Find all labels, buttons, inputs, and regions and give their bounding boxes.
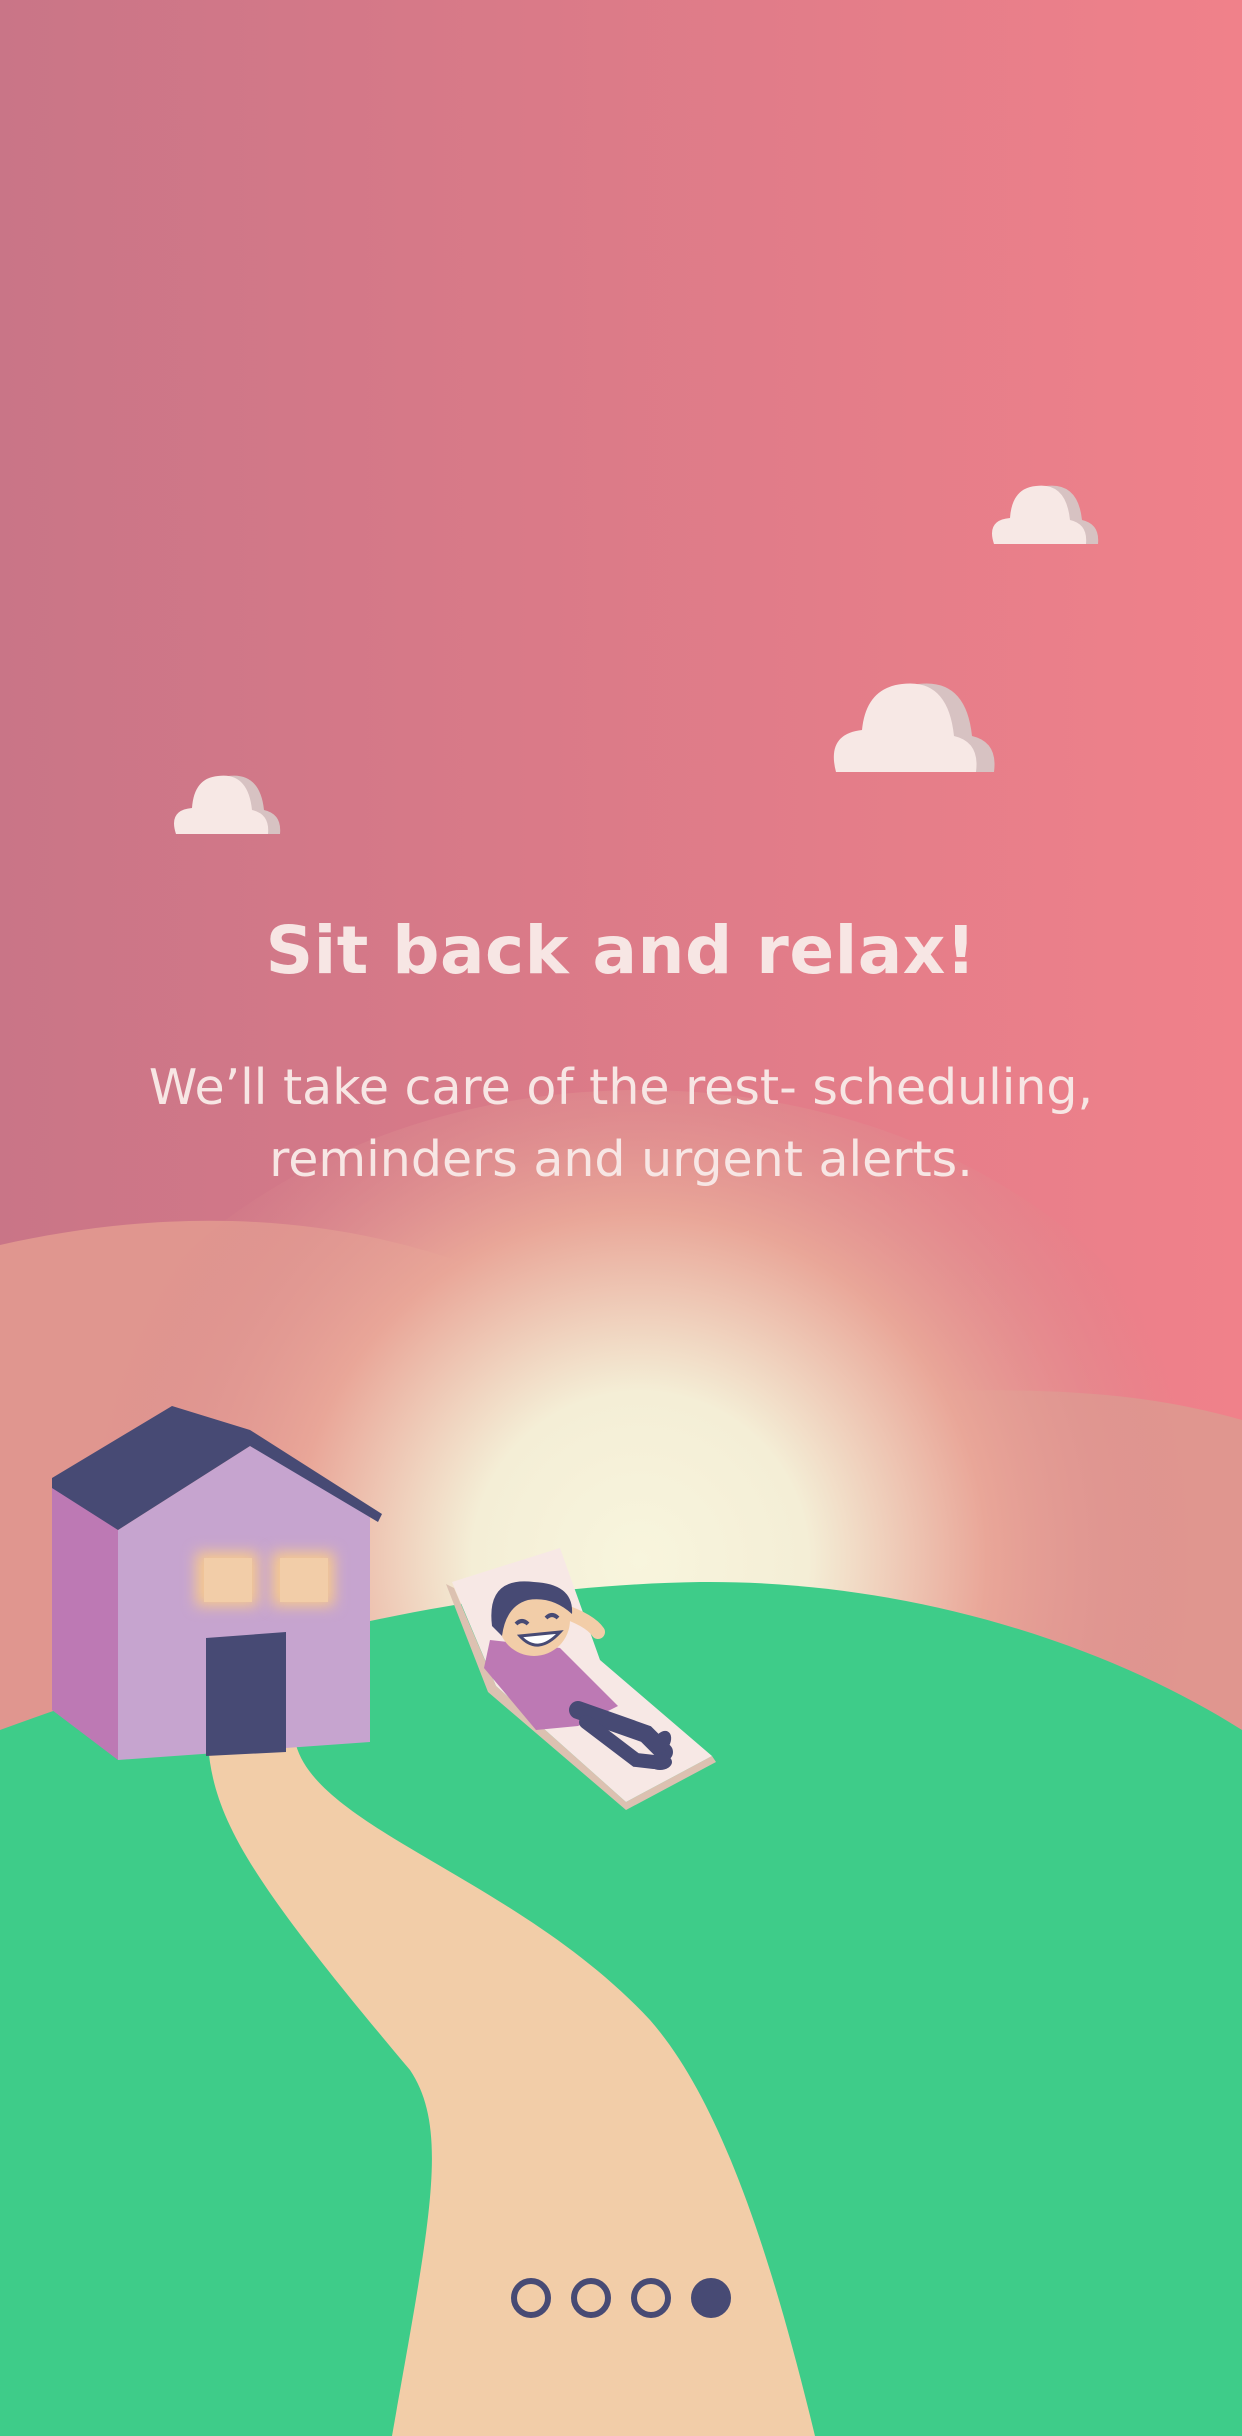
- page-dot-3[interactable]: [631, 2278, 671, 2318]
- illustration-scene: [0, 0, 1242, 2436]
- page-indicator: [0, 2278, 1242, 2318]
- page-title: Sit back and relax!: [265, 912, 977, 989]
- page-dot-1[interactable]: [511, 2278, 551, 2318]
- house-door: [206, 1632, 286, 1756]
- onboarding-screen: Sit back and relax! We’ll take care of t…: [0, 0, 1242, 2436]
- page-dot-4[interactable]: [691, 2278, 731, 2318]
- page-dot-2[interactable]: [571, 2278, 611, 2318]
- page-description: We’ll take care of the rest- scheduling,…: [120, 1052, 1122, 1196]
- house-window: [280, 1558, 328, 1602]
- description-line: reminders and urgent alerts.: [269, 1131, 973, 1188]
- description-line: We’ll take care of the rest- scheduling,: [148, 1059, 1094, 1116]
- house-window: [204, 1558, 252, 1602]
